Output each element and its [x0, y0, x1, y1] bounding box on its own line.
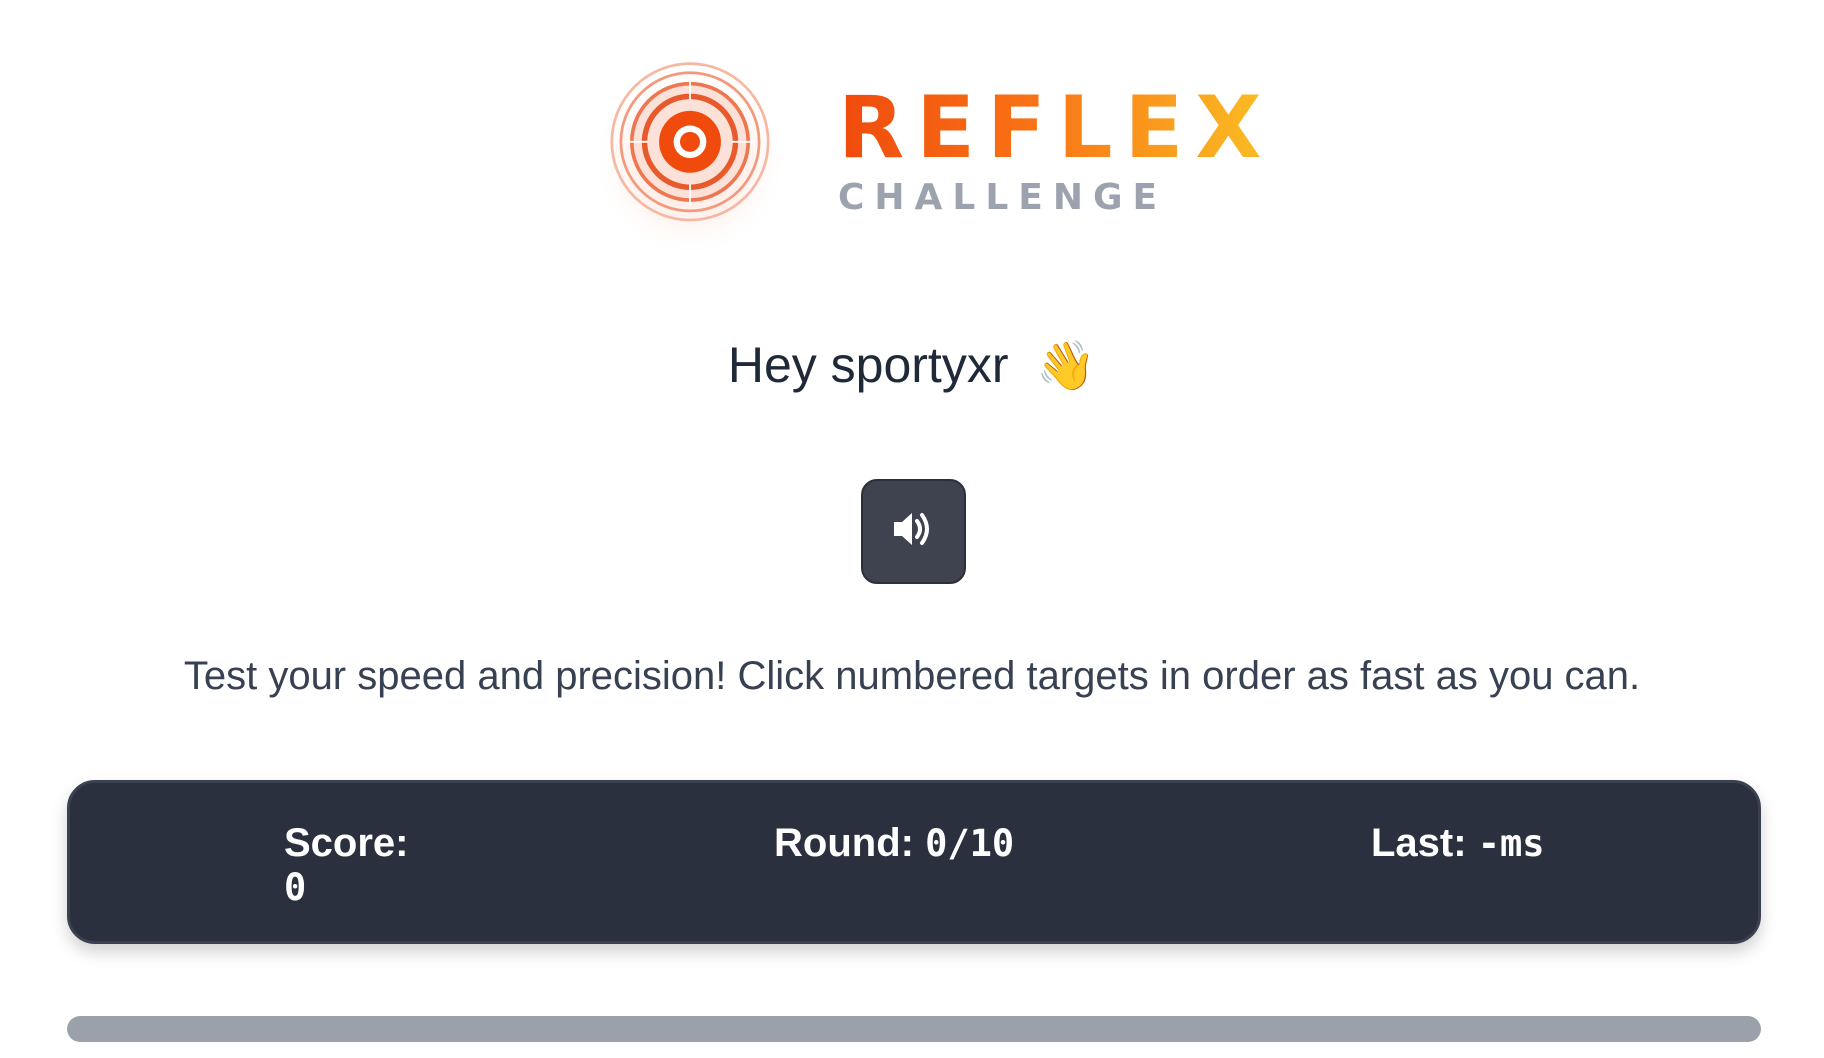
round-label: Round:: [774, 821, 926, 865]
speaker-icon: [892, 509, 936, 554]
round-value: 0/10: [925, 822, 1015, 865]
tagline: Test your speed and precision! Click num…: [183, 654, 1641, 698]
wave-icon: 👋: [1036, 340, 1097, 393]
brand-title: REFLEX: [838, 77, 1274, 178]
score-stat: Score: 0: [284, 821, 424, 909]
greeting-text: Hey sportyxr: [727, 337, 1023, 393]
target-icon: [590, 60, 790, 260]
progress-bar: [67, 1016, 1761, 1042]
sound-toggle-button[interactable]: [861, 479, 966, 584]
page: REFLEX CHALLENGE Hey sportyxr 👋 Test you…: [0, 0, 1824, 1058]
last-label: Last:: [1371, 821, 1478, 865]
round-stat: Round: 0/10: [774, 821, 1014, 866]
greeting: Hey sportyxr 👋: [0, 336, 1824, 394]
progress-fill: [67, 1016, 1761, 1042]
logo: REFLEX CHALLENGE: [590, 60, 1274, 260]
last-stat: Last: -ms: [1371, 821, 1545, 866]
score-value: 0: [284, 866, 307, 909]
last-value: -ms: [1477, 822, 1545, 865]
stats-bar: Score: 0 Round: 0/10 Last: -ms: [67, 780, 1761, 944]
logo-text: REFLEX CHALLENGE: [838, 85, 1274, 218]
score-label: Score:: [284, 821, 409, 865]
brand-subtitle: CHALLENGE: [838, 176, 1168, 218]
